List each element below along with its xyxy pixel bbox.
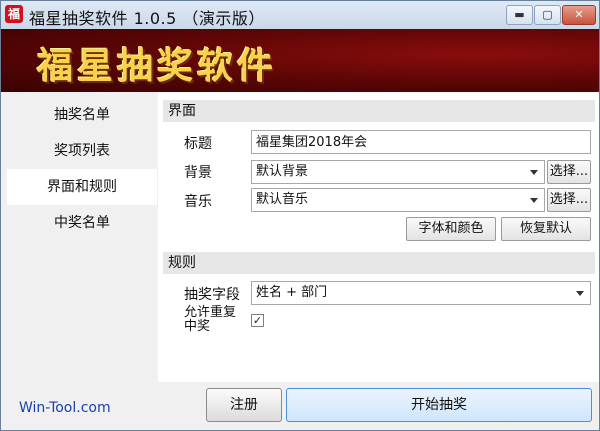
app-window: 福 福星抽奖软件 1.0.5 （演示版） ▬ ▢ ✕ 福星抽奖软件 抽奖名单 奖…: [0, 0, 600, 431]
window-title: 福星抽奖软件 1.0.5 （演示版）: [29, 9, 265, 28]
allow-repeat-label: 允许重复中奖: [184, 305, 237, 334]
chevron-down-icon: [530, 170, 538, 175]
title-input[interactable]: 福星集团2018年会: [251, 130, 591, 154]
maximize-button[interactable]: ▢: [534, 5, 561, 25]
draw-field-select[interactable]: 姓名 + 部门: [251, 281, 591, 305]
draw-field-label: 抽奖字段: [184, 287, 240, 303]
chevron-down-icon: [576, 291, 584, 296]
chevron-down-icon: [530, 198, 538, 203]
app-icon: 福: [5, 5, 23, 23]
close-button[interactable]: ✕: [562, 5, 596, 25]
draw-field-select-value: 姓名 + 部门: [256, 285, 328, 300]
banner-title: 福星抽奖软件: [37, 46, 278, 87]
background-choose-button[interactable]: 选择...: [547, 160, 591, 184]
sidebar-nav: 抽奖名单 奖项列表 界面和规则 中奖名单: [1, 92, 158, 382]
section-header-interface: 界面: [163, 100, 595, 122]
music-select-value: 默认音乐: [256, 192, 309, 207]
sidebar-item-interface-rules[interactable]: 界面和规则: [7, 169, 157, 205]
start-draw-button[interactable]: 开始抽奖: [286, 388, 592, 422]
allow-repeat-checkbox[interactable]: ✓: [251, 314, 264, 327]
title-label: 标题: [184, 136, 212, 152]
section-header-rules: 规则: [163, 252, 595, 274]
footer-bar: Win-Tool.com 注册 开始抽奖: [1, 382, 599, 430]
sidebar-item-prize-list[interactable]: 奖项列表: [7, 133, 157, 169]
app-banner: 福星抽奖软件: [1, 29, 599, 92]
music-label: 音乐: [184, 194, 212, 210]
settings-panel: 界面 标题 福星集团2018年会 背景 默认背景 选择... 音乐 默认音乐 选…: [158, 92, 599, 382]
title-bar[interactable]: 福 福星抽奖软件 1.0.5 （演示版） ▬ ▢ ✕: [1, 1, 599, 29]
register-button[interactable]: 注册: [206, 388, 282, 422]
check-icon: ✓: [252, 314, 263, 327]
background-select[interactable]: 默认背景: [251, 160, 545, 184]
website-link[interactable]: Win-Tool.com: [19, 400, 111, 416]
background-select-value: 默认背景: [256, 164, 309, 179]
sidebar-item-draw-list[interactable]: 抽奖名单: [7, 97, 157, 133]
restore-default-button[interactable]: 恢复默认: [501, 217, 591, 241]
sidebar-item-winner-list[interactable]: 中奖名单: [7, 205, 157, 241]
minimize-button[interactable]: ▬: [506, 5, 533, 25]
music-choose-button[interactable]: 选择...: [547, 188, 591, 212]
background-label: 背景: [184, 165, 212, 181]
music-select[interactable]: 默认音乐: [251, 188, 545, 212]
font-color-button[interactable]: 字体和颜色: [406, 217, 496, 241]
